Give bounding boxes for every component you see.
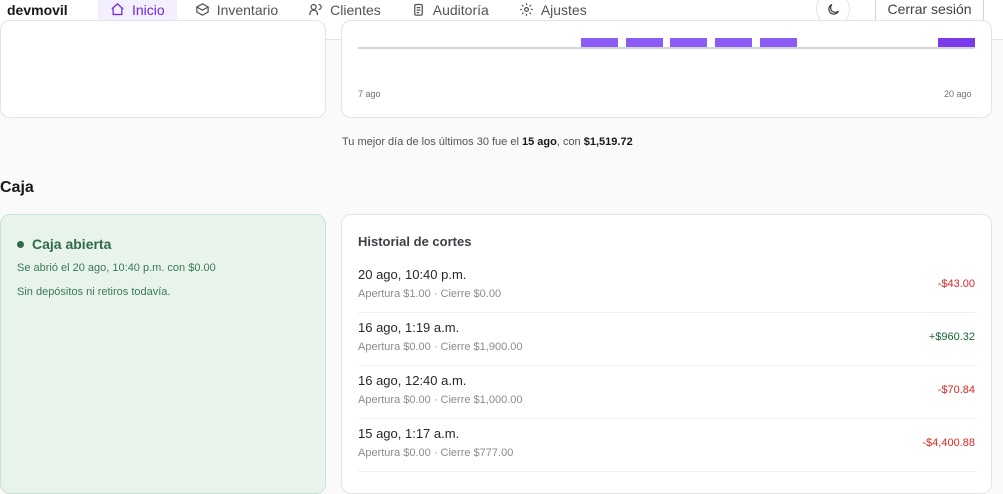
- nav-inicio-label: Inicio: [132, 1, 165, 18]
- history-card: Historial de cortes 20 ago, 10:40 p.m. A…: [341, 214, 992, 494]
- history-row-detail: Apertura $0.00 · Cierre $1,000.00: [358, 394, 523, 406]
- nav-inventario-label: Inventario: [216, 1, 279, 18]
- chart-bar: [626, 38, 663, 47]
- chart-x-end-label: 20 ago: [944, 89, 972, 99]
- home-icon: [111, 3, 124, 16]
- box-icon: [195, 3, 210, 16]
- history-row-date: 16 ago, 12:40 a.m.: [358, 373, 467, 388]
- gear-icon: [520, 3, 533, 16]
- history-row-date: 16 ago, 1:19 a.m.: [358, 320, 460, 335]
- history-row-amount: -$43.00: [937, 278, 975, 290]
- chart-x-start-label: 7 ago: [358, 89, 381, 99]
- history-row-date: 20 ago, 10:40 p.m.: [358, 267, 467, 282]
- history-row[interactable]: 20 ago, 10:40 p.m. Apertura $1.00 · Cier…: [358, 260, 977, 313]
- best-day-prefix: Tu mejor día de los últimos 30 fue el: [342, 136, 519, 148]
- chart-bar: [670, 38, 707, 47]
- best-day-amount: $1,519.72: [583, 136, 633, 148]
- chart-bar: [760, 38, 797, 47]
- chart-bar: [581, 38, 618, 47]
- brand-name: devmovil: [7, 2, 68, 18]
- caja-status-card: Caja abierta Se abrió el 20 ago, 10:40 p…: [0, 214, 326, 494]
- history-row[interactable]: 16 ago, 1:19 a.m. Apertura $0.00 · Cierr…: [358, 313, 977, 366]
- best-day-middle: , con: [556, 136, 581, 148]
- status-dot-icon: [17, 240, 24, 248]
- moon-icon: [827, 3, 839, 15]
- history-row[interactable]: 15 ago, 1:17 a.m. Apertura $0.00 · Cierr…: [358, 419, 977, 472]
- clipboard-icon: [413, 3, 423, 16]
- history-row-detail: Apertura $1.00 · Cierre $0.00: [358, 288, 502, 300]
- history-row-amount: -$4,400.88: [922, 437, 975, 449]
- sales-chart-card: [341, 20, 992, 118]
- history-row[interactable]: 16 ago, 12:40 a.m. Apertura $0.00 · Cier…: [358, 366, 977, 419]
- history-row-detail: Apertura $0.00 · Cierre $777.00: [358, 447, 514, 459]
- caja-movements-info: Sin depósitos ni retiros todavía.: [17, 286, 171, 298]
- caja-status: Caja abierta: [17, 236, 111, 252]
- history-row-detail: Apertura $0.00 · Cierre $1,900.00: [358, 341, 523, 353]
- chart-bar: [715, 38, 752, 47]
- users-icon: [309, 3, 322, 16]
- caja-status-label: Caja abierta: [32, 236, 112, 252]
- nav-ajustes-label: Ajustes: [540, 1, 587, 18]
- nav-clientes-label: Clientes: [330, 1, 381, 18]
- history-row-date: 15 ago, 1:17 a.m.: [358, 426, 460, 441]
- summary-card: [0, 20, 326, 118]
- history-row-amount: -$70.84: [937, 384, 975, 396]
- caja-section-title: Caja: [0, 179, 34, 196]
- best-day-date: 15 ago: [521, 136, 557, 148]
- chart-baseline: [358, 47, 975, 49]
- history-row-amount: +$960.32: [928, 331, 975, 343]
- chart-bar: [938, 38, 975, 47]
- caja-opened-info: Se abrió el 20 ago, 10:40 p.m. con $0.00: [17, 262, 216, 274]
- nav-auditoria-label: Auditoría: [432, 1, 489, 18]
- best-day-summary: Tu mejor día de los últimos 30 fue el 15…: [342, 136, 633, 148]
- history-title: Historial de cortes: [358, 234, 472, 249]
